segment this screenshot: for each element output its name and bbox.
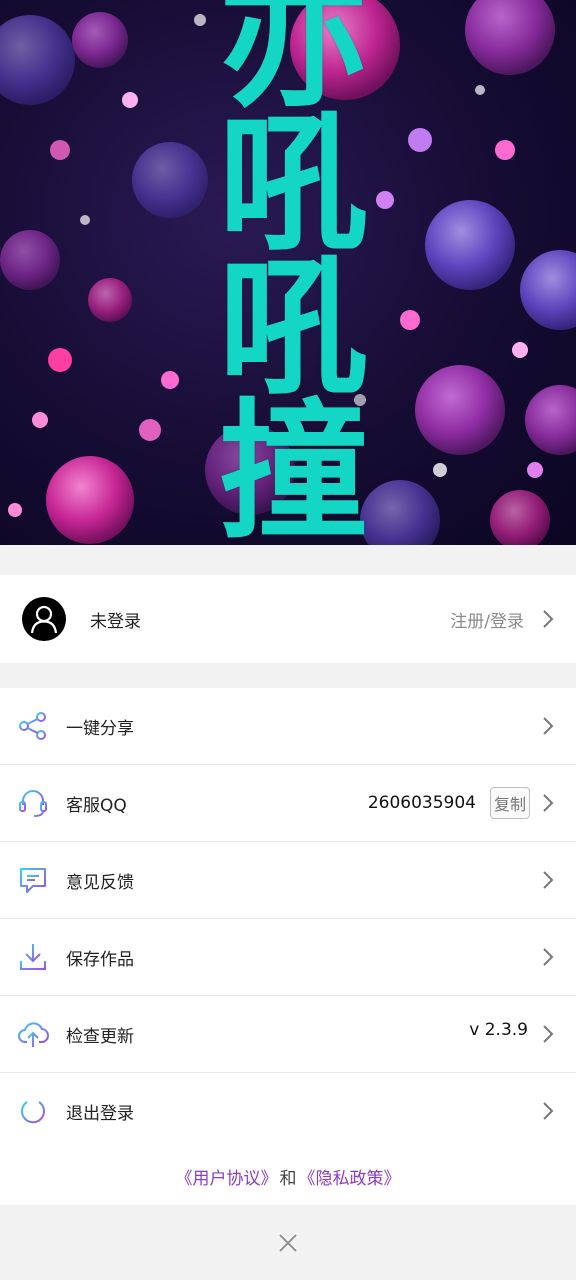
- profile-row[interactable]: 未登录 注册/登录: [0, 575, 576, 663]
- and-text: 和: [279, 1169, 297, 1189]
- agreement-links: 《用户协议》 和 《隐私政策》: [0, 1148, 576, 1205]
- close-bar: [0, 1205, 576, 1280]
- register-login-link[interactable]: 注册/登录: [450, 607, 524, 632]
- chevron-right-icon: [543, 1102, 554, 1120]
- share-icon: [17, 710, 49, 742]
- chevron-right-icon: [543, 871, 554, 889]
- menu-item-label: 一键分享: [66, 718, 134, 739]
- chevron-right-icon: [543, 610, 554, 628]
- menu-item-label: 客服QQ: [66, 795, 127, 816]
- chevron-right-icon: [543, 1025, 554, 1043]
- menu-item-feedback[interactable]: 意见反馈: [0, 842, 576, 919]
- user-agreement-link[interactable]: 《用户协议》: [176, 1164, 278, 1189]
- version-text: v 2.3.9: [469, 1020, 528, 1040]
- close-icon[interactable]: [277, 1232, 299, 1254]
- download-icon: [17, 941, 49, 973]
- feedback-icon: [17, 864, 49, 896]
- chevron-right-icon: [543, 717, 554, 735]
- banner-image: 亦吼吼撞: [0, 0, 576, 545]
- power-icon: [17, 1095, 49, 1127]
- chevron-right-icon: [543, 794, 554, 812]
- menu-item-label: 检查更新: [66, 1026, 134, 1047]
- menu-item-customer-service-qq[interactable]: 客服QQ 2606035904 复制: [0, 765, 576, 842]
- settings-menu: 一键分享 客服QQ 2606035904 复制 意见反馈 保存作品 检查更新 v…: [0, 688, 576, 1150]
- headset-icon: [17, 787, 49, 819]
- cloud-upload-icon: [17, 1018, 49, 1050]
- menu-item-logout[interactable]: 退出登录: [0, 1073, 576, 1150]
- banner-title: 亦吼吼撞: [193, 0, 367, 536]
- privacy-policy-link[interactable]: 《隐私政策》: [299, 1164, 401, 1189]
- chevron-right-icon: [543, 948, 554, 966]
- menu-item-label: 保存作品: [66, 949, 134, 970]
- menu-item-save-work[interactable]: 保存作品: [0, 919, 576, 996]
- qq-number: 2606035904: [367, 793, 476, 813]
- menu-item-share[interactable]: 一键分享: [0, 688, 576, 765]
- copy-button[interactable]: 复制: [489, 787, 530, 819]
- menu-item-label: 退出登录: [66, 1103, 134, 1124]
- user-icon: [22, 597, 66, 641]
- menu-item-label: 意见反馈: [66, 872, 134, 893]
- menu-item-check-update[interactable]: 检查更新 v 2.3.9: [0, 996, 576, 1073]
- profile-name: 未登录: [90, 611, 141, 632]
